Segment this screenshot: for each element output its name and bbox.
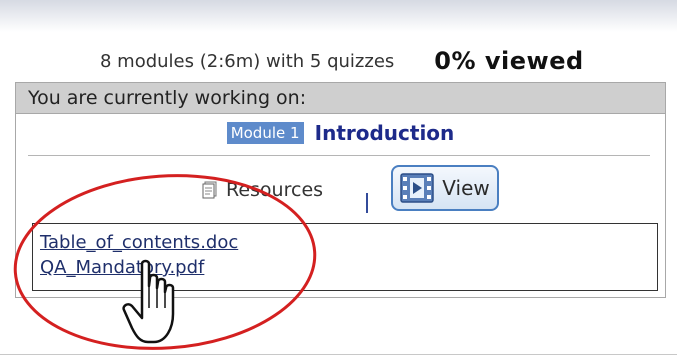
resources-button[interactable]: Resources bbox=[202, 177, 323, 203]
document-icon bbox=[202, 181, 217, 199]
module-badge: Module 1 bbox=[226, 121, 304, 144]
bottom-divider bbox=[0, 354, 677, 355]
top-gradient-band bbox=[0, 0, 677, 32]
module-heading: Module 1 Introduction bbox=[16, 117, 665, 147]
view-label: View bbox=[442, 176, 490, 200]
modules-summary: 8 modules (2:6m) with 5 quizzes bbox=[100, 50, 395, 72]
viewed-percent: 0% viewed bbox=[434, 47, 584, 75]
play-film-icon bbox=[400, 173, 435, 203]
text-cursor-bar bbox=[366, 193, 368, 213]
file-link-table-of-contents[interactable]: Table_of_contents.doc bbox=[40, 230, 657, 255]
file-link-qa-mandatory[interactable]: QA_Mandatory.pdf bbox=[40, 255, 657, 280]
panel-header: You are currently working on: bbox=[16, 83, 665, 114]
course-stats: 8 modules (2:6m) with 5 quizzes 0% viewe… bbox=[100, 46, 670, 76]
view-button[interactable]: View bbox=[391, 165, 499, 211]
resources-label: Resources bbox=[226, 179, 324, 201]
current-module-panel: You are currently working on: Module 1 I… bbox=[15, 82, 666, 298]
file-list: Table_of_contents.doc QA_Mandatory.pdf bbox=[32, 223, 658, 291]
module-title[interactable]: Introduction bbox=[315, 118, 455, 148]
divider bbox=[28, 155, 650, 156]
